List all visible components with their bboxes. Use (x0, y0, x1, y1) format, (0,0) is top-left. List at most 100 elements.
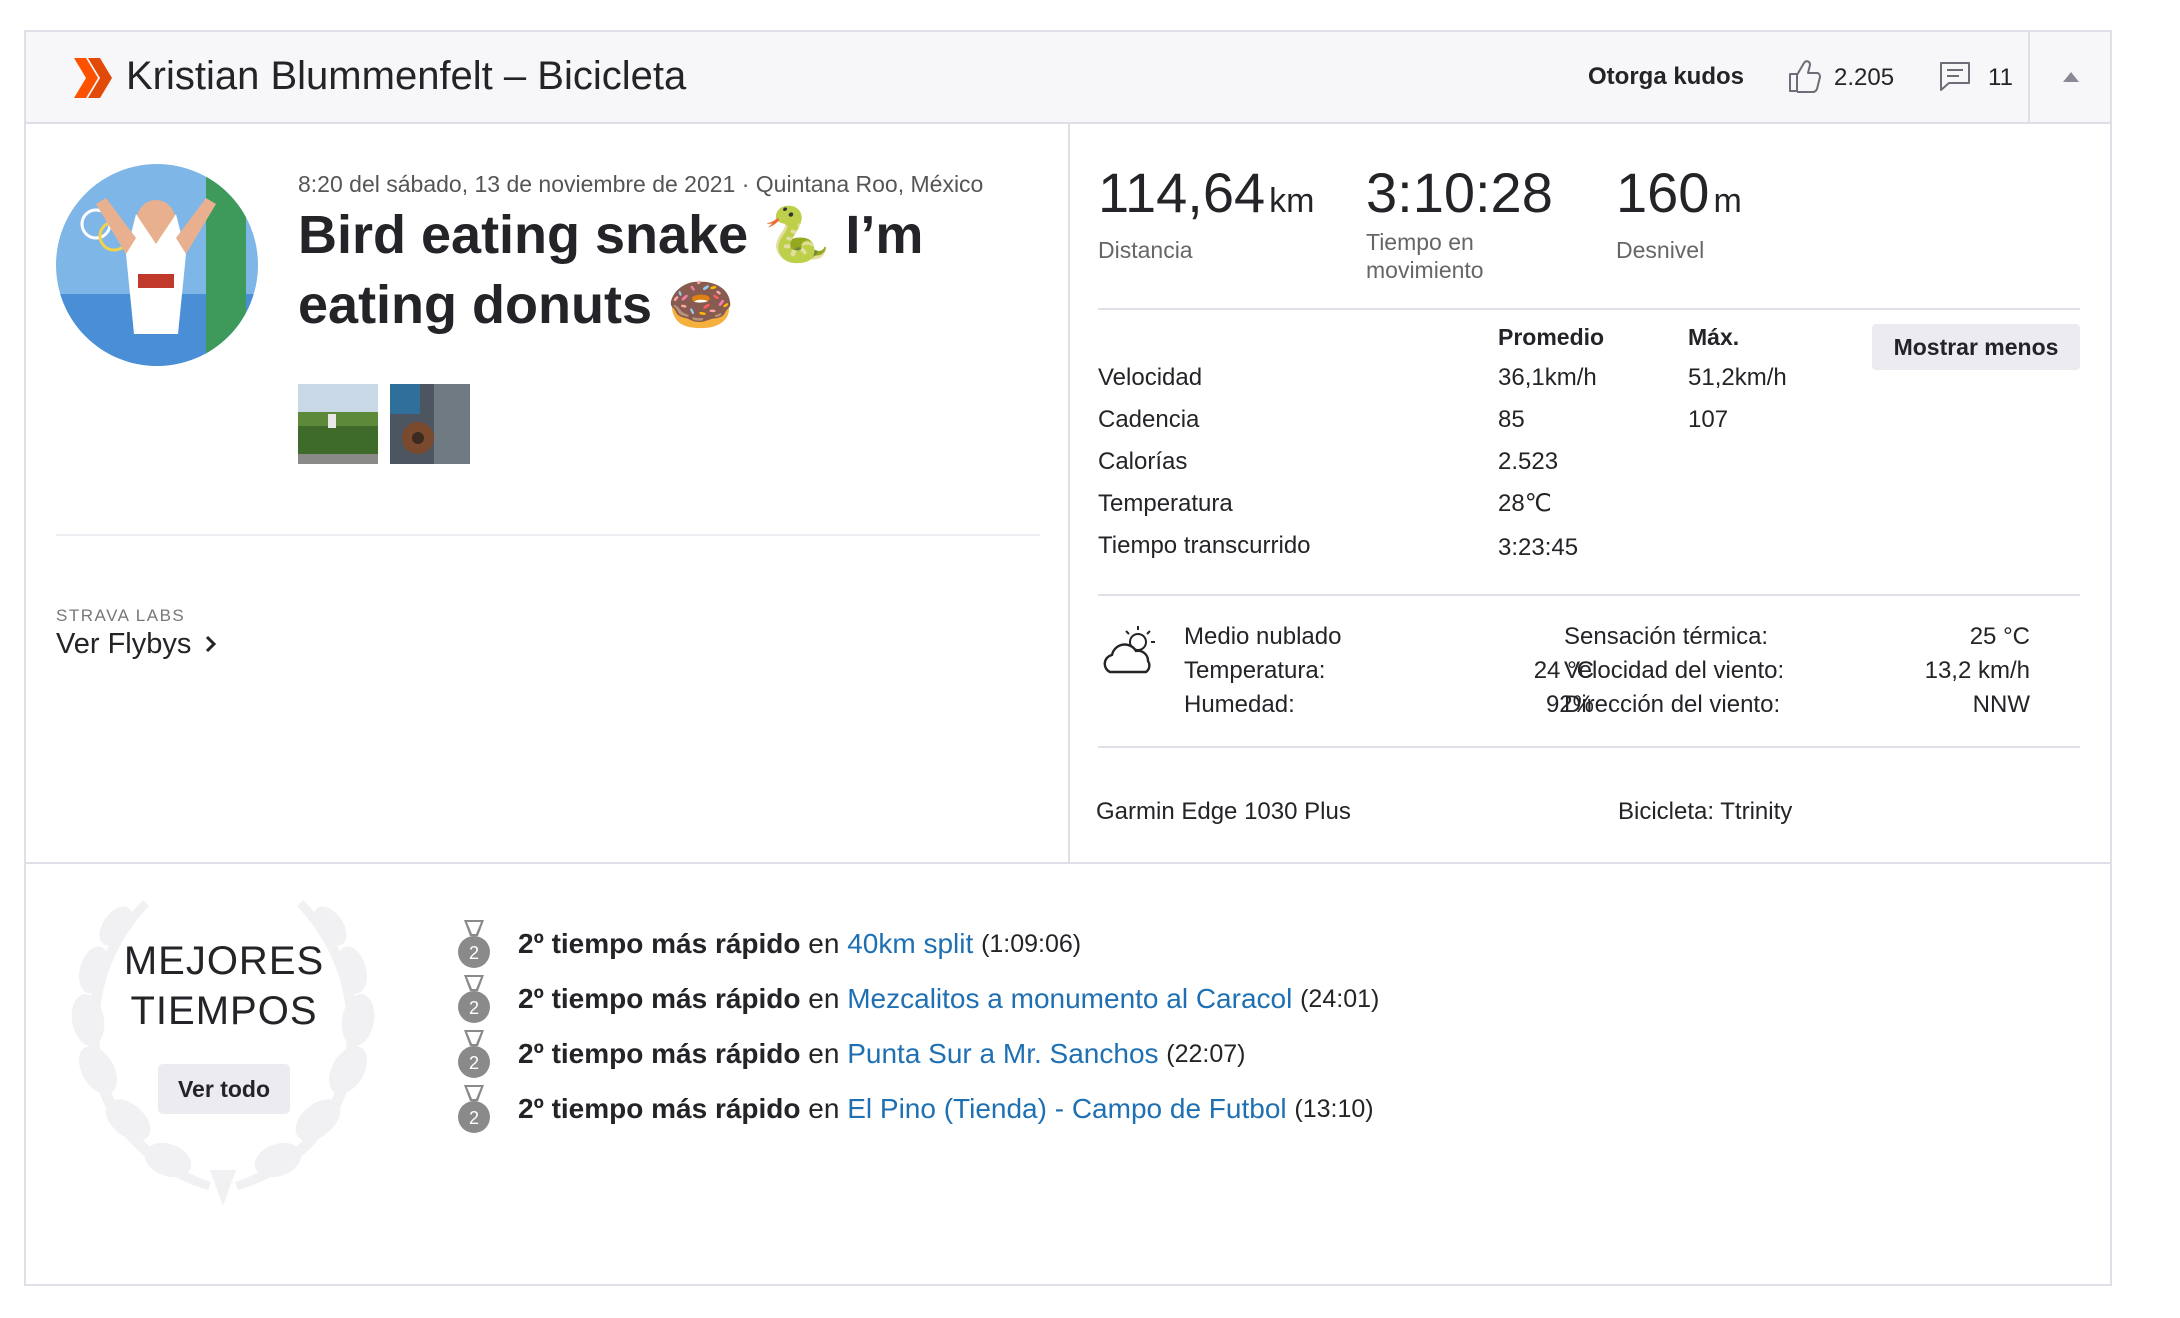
moving-time-label-1: Tiempo en (1366, 229, 1474, 255)
partly-cloudy-icon (1103, 626, 1155, 674)
view-flybys-label: Ver Flybys (56, 628, 192, 660)
effort-connector: en (808, 1093, 840, 1124)
silver-medal-icon: 2 (458, 1030, 490, 1078)
moving-time-label-2: movimiento (1366, 257, 1484, 283)
effort-time: (22:07) (1166, 1039, 1246, 1068)
activity-stats-panel: 114,64 km Distancia 3:10:28 Tiempo en mov… (1070, 124, 2110, 862)
divider (1098, 594, 2080, 596)
effort-time: (1:09:06) (981, 929, 1082, 958)
weather-humidity-label: Humedad: (1184, 691, 1295, 718)
silver-medal-icon: 2 (458, 975, 490, 1023)
medal-rank: 2 (469, 998, 479, 1018)
distance-label: Distancia (1098, 237, 1193, 263)
wind-direction-value: NNW (1972, 691, 2030, 718)
show-less-button[interactable]: Mostrar menos (1872, 324, 2080, 370)
best-efforts-title: MEJORES TIEMPOS (82, 936, 366, 1036)
strava-chevrons-icon (74, 58, 112, 98)
feels-like-label: Sensación térmica: (1564, 623, 1769, 650)
cadence-avg: 85 (1498, 406, 1525, 433)
calories-value: 2.523 (1498, 448, 1559, 475)
collapse-button[interactable] (2056, 62, 2086, 92)
effort-rank-text: 2º tiempo más rápido (518, 983, 801, 1014)
comment-count[interactable]: 11 (1988, 60, 2013, 96)
elevation-label: Desnivel (1616, 237, 1705, 263)
best-efforts-section: MEJORES TIEMPOS Ver todo 2 2º tiempo más… (26, 862, 2110, 1286)
effort-connector: en (808, 928, 840, 959)
photo-thumbnail[interactable] (390, 384, 470, 464)
distance-unit: km (1269, 182, 1315, 220)
chevron-right-icon (206, 635, 217, 653)
activity-date-location: 8:20 del sábado, 13 de noviembre de 2021… (298, 171, 984, 197)
segment-link[interactable]: El Pino (Tienda) - Campo de Futbol (847, 1093, 1286, 1125)
activity-title-line-1: Bird eating snake 🐍 I’m (298, 205, 924, 265)
kudos-count[interactable]: 2.205 (1834, 60, 1894, 96)
speed-max: 51,2km/h (1688, 364, 1787, 391)
device-name: Garmin Edge 1030 Plus (1096, 798, 1351, 825)
laurel-wreath-icon (71, 900, 375, 1206)
best-efforts-title-line-1: MEJORES (123, 939, 325, 983)
cadence-max: 107 (1688, 406, 1729, 433)
effort-rank-text: 2º tiempo más rápido (518, 1038, 801, 1069)
activity-title-line-2: eating donuts 🍩 (298, 275, 735, 335)
row-label-elapsed-time: Tiempo transcurrido (1098, 532, 1311, 559)
effort-time: (24:01) (1300, 984, 1380, 1013)
divider (1098, 308, 2080, 310)
give-kudos-button[interactable]: Otorga kudos (1588, 60, 1744, 94)
divider (1098, 746, 2080, 748)
feels-like-value: 25 °C (1969, 623, 2030, 650)
medal-rank: 2 (469, 943, 479, 963)
elevation-value: 160 (1616, 161, 1710, 224)
wind-direction-label: Dirección del viento: (1564, 691, 1781, 718)
stat-distance: 114,64 km Distancia (1098, 160, 1314, 264)
comment-icon[interactable] (1938, 60, 1972, 94)
elapsed-time-value: 3:23:45 (1498, 534, 1579, 561)
thumbs-up-icon[interactable] (1786, 58, 1822, 94)
segment-link[interactable]: Punta Sur a Mr. Sanchos (847, 1038, 1158, 1070)
row-label-calories: Calorías (1098, 448, 1188, 475)
medal-rank: 2 (469, 1053, 479, 1073)
best-effort-item: 2 2º tiempo más rápido en El Pino (Tiend… (454, 1079, 1374, 1139)
row-label-temperature: Temperatura (1098, 490, 1233, 517)
weather-condition: Medio nublado (1184, 623, 1342, 650)
row-label-speed: Velocidad (1098, 364, 1203, 391)
wind-speed-value: 13,2 km/h (1924, 657, 2030, 684)
segment-link[interactable]: 40km split (847, 928, 973, 960)
header-divider (2028, 32, 2030, 122)
activity-card: Kristian Blummenfelt – Bicicleta Otorga … (24, 30, 2112, 1286)
view-flybys-link[interactable]: Ver Flybys (56, 624, 217, 664)
best-effort-item: 2 2º tiempo más rápido en 40km split (1:… (454, 914, 1081, 974)
temperature-avg: 28℃ (1498, 490, 1552, 517)
photo-thumbnail[interactable] (298, 384, 378, 464)
activity-title[interactable]: Bird eating snake 🐍 I’m eating donuts 🍩 (298, 200, 1038, 340)
activity-header: Kristian Blummenfelt – Bicicleta Otorga … (26, 32, 2110, 124)
moving-time-value: 3:10:28 (1366, 161, 1553, 224)
speed-avg: 36,1km/h (1498, 364, 1597, 391)
stat-elevation: 160 m Desnivel (1616, 160, 1742, 264)
best-effort-item: 2 2º tiempo más rápido en Mezcalitos a m… (454, 969, 1379, 1029)
view-all-button[interactable]: Ver todo (158, 1064, 290, 1114)
row-label-cadence: Cadencia (1098, 406, 1200, 433)
segment-link[interactable]: Mezcalitos a monumento al Caracol (847, 983, 1292, 1015)
best-effort-item: 2 2º tiempo más rápido en Punta Sur a Mr… (454, 1024, 1246, 1084)
column-header-max: Máx. (1688, 324, 1740, 350)
best-efforts-title-line-2: TIEMPOS (130, 989, 318, 1033)
elevation-unit: m (1713, 182, 1742, 220)
athlete-avatar[interactable] (56, 164, 258, 366)
weather-temp-label: Temperatura: (1184, 657, 1326, 684)
effort-rank-text: 2º tiempo más rápido (518, 1093, 801, 1124)
column-header-average: Promedio (1498, 324, 1605, 350)
divider (56, 534, 1040, 536)
silver-medal-icon: 2 (458, 1085, 490, 1133)
medal-rank: 2 (469, 1108, 479, 1128)
stat-moving-time: 3:10:28 Tiempo en movimiento (1366, 160, 1553, 284)
silver-medal-icon: 2 (458, 920, 490, 968)
effort-rank-text: 2º tiempo más rápido (518, 928, 801, 959)
distance-value: 114,64 (1098, 161, 1266, 224)
wind-speed-label: Velocidad del viento: (1564, 657, 1785, 684)
caret-up-icon (2063, 72, 2079, 82)
activity-summary-panel: 8:20 del sábado, 13 de noviembre de 2021… (26, 124, 1070, 862)
page-title: Kristian Blummenfelt – Bicicleta (126, 54, 687, 98)
effort-connector: en (808, 983, 840, 1014)
bike-name[interactable]: Bicicleta: Ttrinity (1618, 796, 1792, 828)
effort-connector: en (808, 1038, 840, 1069)
